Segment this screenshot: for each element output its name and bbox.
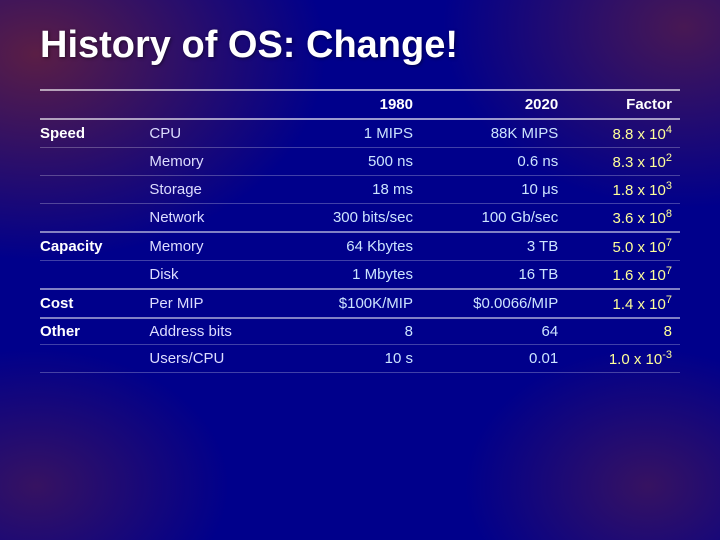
main-content: History of OS: Change! 1980 2020 Factor … [0,0,720,393]
cell-factor: 1.8 x 103 [566,176,680,204]
cell-2020: 16 TB [421,261,566,290]
cell-item: Users/CPU [141,345,283,373]
cell-1980: 8 [283,318,421,345]
cell-1980: 500 ns [283,148,421,176]
col-header-item [141,90,283,119]
cell-category: Cost [40,289,141,318]
cell-category [40,148,141,176]
cell-factor: 5.0 x 107 [566,232,680,261]
col-header-1980: 1980 [283,90,421,119]
cell-factor: 8.8 x 104 [566,119,680,148]
cell-1980: 300 bits/sec [283,204,421,233]
cell-2020: 10 μs [421,176,566,204]
col-header-factor: Factor [566,90,680,119]
cell-1980: 10 s [283,345,421,373]
cell-item: CPU [141,119,283,148]
table-row: Storage18 ms10 μs1.8 x 103 [40,176,680,204]
cell-category: Other [40,318,141,345]
cell-category: Capacity [40,232,141,261]
cell-1980: 1 Mbytes [283,261,421,290]
cell-1980: 18 ms [283,176,421,204]
data-table: 1980 2020 Factor SpeedCPU1 MIPS88K MIPS8… [40,89,680,373]
cell-item: Storage [141,176,283,204]
cell-item: Network [141,204,283,233]
table-header-row: 1980 2020 Factor [40,90,680,119]
cell-item: Address bits [141,318,283,345]
table-row: CapacityMemory64 Kbytes3 TB5.0 x 107 [40,232,680,261]
cell-factor: 1.0 x 10-3 [566,345,680,373]
cell-factor: 8 [566,318,680,345]
cell-1980: 1 MIPS [283,119,421,148]
table-row: SpeedCPU1 MIPS88K MIPS8.8 x 104 [40,119,680,148]
cell-item: Disk [141,261,283,290]
col-header-2020: 2020 [421,90,566,119]
cell-item: Memory [141,148,283,176]
table-row: Network300 bits/sec100 Gb/sec3.6 x 108 [40,204,680,233]
cell-factor: 1.4 x 107 [566,289,680,318]
table-row: CostPer MIP$100K/MIP$0.0066/MIP1.4 x 107 [40,289,680,318]
col-header-category [40,90,141,119]
page-title: History of OS: Change! [40,24,680,67]
cell-1980: 64 Kbytes [283,232,421,261]
cell-2020: 3 TB [421,232,566,261]
cell-factor: 3.6 x 108 [566,204,680,233]
cell-category [40,345,141,373]
cell-2020: 0.6 ns [421,148,566,176]
cell-category [40,176,141,204]
cell-1980: $100K/MIP [283,289,421,318]
cell-factor: 1.6 x 107 [566,261,680,290]
table-row: Users/CPU10 s0.011.0 x 10-3 [40,345,680,373]
cell-category [40,204,141,233]
cell-category [40,261,141,290]
cell-2020: $0.0066/MIP [421,289,566,318]
cell-item: Memory [141,232,283,261]
cell-factor: 8.3 x 102 [566,148,680,176]
cell-item: Per MIP [141,289,283,318]
cell-category: Speed [40,119,141,148]
cell-2020: 64 [421,318,566,345]
table-row: Disk1 Mbytes16 TB1.6 x 107 [40,261,680,290]
cell-2020: 100 Gb/sec [421,204,566,233]
table-row: OtherAddress bits8648 [40,318,680,345]
table-row: Memory500 ns0.6 ns8.3 x 102 [40,148,680,176]
cell-2020: 88K MIPS [421,119,566,148]
cell-2020: 0.01 [421,345,566,373]
